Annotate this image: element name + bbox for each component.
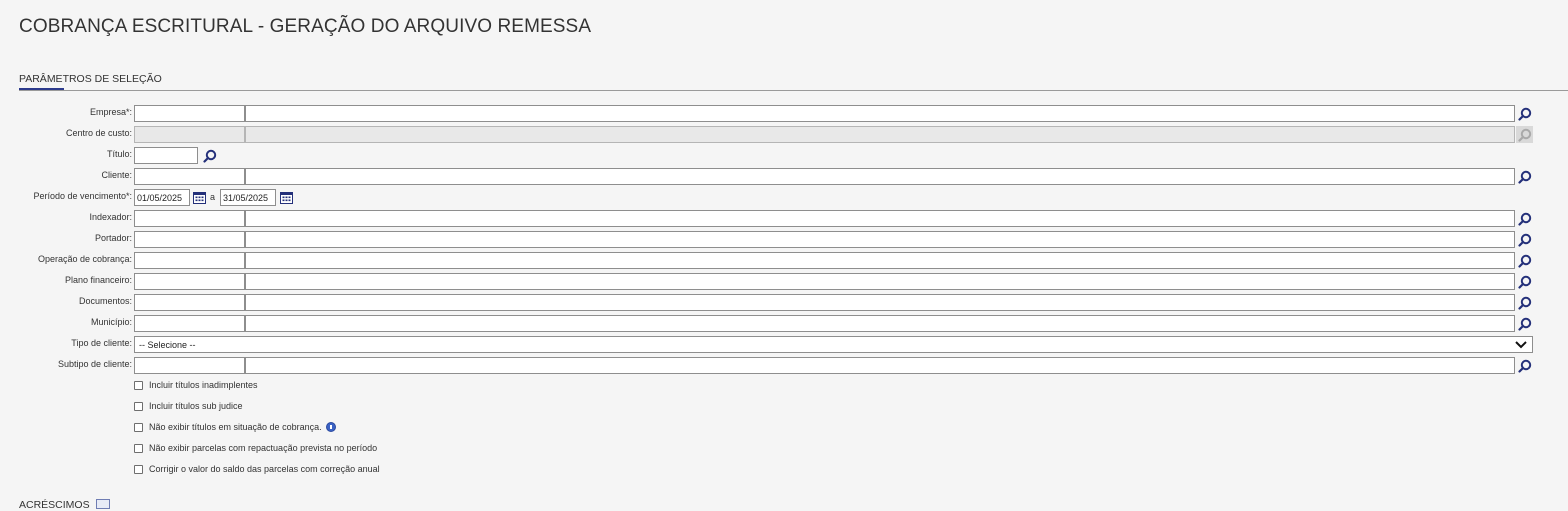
centro-custo-row: Centro de custo: (0, 126, 1568, 143)
checkbox-label: Incluir títulos inadimplentes (149, 380, 258, 390)
subtipo-label: Subtipo de cliente: (57, 359, 132, 369)
indexador-label: Indexador: (89, 212, 132, 222)
operacao-description-input[interactable] (245, 252, 1515, 269)
subtipo-description-input[interactable] (245, 357, 1515, 374)
municipio-code-input[interactable] (134, 315, 245, 332)
municipio-search-icon[interactable] (1516, 315, 1533, 332)
portador-description-input[interactable] (245, 231, 1515, 248)
empresa-label: Empresa*: (89, 107, 132, 117)
plano-code-input[interactable] (134, 273, 245, 290)
tipo-cliente-selected-value: -- Selecione -- (139, 340, 196, 350)
periodo-start-input[interactable]: 01/05/2025 (134, 189, 190, 206)
tipo-cliente-row: Tipo de cliente: -- Selecione -- (0, 336, 1568, 353)
indexador-row: Indexador: (0, 210, 1568, 227)
portador-code-input[interactable] (134, 231, 245, 248)
tipo-cliente-label: Tipo de cliente: (71, 338, 132, 348)
titulo-label: Título: (106, 149, 132, 159)
centro-custo-code-input (134, 126, 245, 143)
checkbox-incluir-sub-judice[interactable]: Incluir títulos sub judice (134, 400, 734, 414)
checkbox[interactable] (134, 381, 143, 390)
operacao-search-icon[interactable] (1516, 252, 1533, 269)
cliente-label: Cliente: (101, 170, 132, 180)
documentos-row: Documentos: (0, 294, 1568, 311)
subtipo-row: Subtipo de cliente: (0, 357, 1568, 374)
cliente-code-input[interactable] (134, 168, 245, 185)
empresa-row: Empresa*: (0, 105, 1568, 122)
checkbox[interactable] (134, 423, 143, 432)
checkbox[interactable] (134, 465, 143, 474)
subtipo-code-input[interactable] (134, 357, 245, 374)
cliente-description-input[interactable] (245, 168, 1515, 185)
indexador-description-input[interactable] (245, 210, 1515, 227)
tipo-cliente-select[interactable]: -- Selecione -- (134, 336, 1533, 353)
checkbox-incluir-inadimplentes[interactable]: Incluir títulos inadimplentes (134, 379, 734, 393)
empresa-description-input[interactable] (245, 105, 1515, 122)
indexador-search-icon[interactable] (1516, 210, 1533, 227)
periodo-row: Período de vencimento*: 01/05/2025 a 31/… (0, 189, 1568, 206)
periodo-label: Período de vencimento*: (33, 191, 132, 201)
section-divider (19, 90, 1568, 91)
operacao-label: Operação de cobrança: (37, 254, 132, 264)
chevron-down-icon (1515, 341, 1527, 349)
documentos-search-icon[interactable] (1516, 294, 1533, 311)
municipio-row: Município: (0, 315, 1568, 332)
checkbox-label: Corrigir o valor do saldo das parcelas c… (149, 464, 380, 474)
checkbox-nao-exibir-repactuacao[interactable]: Não exibir parcelas com repactuação prev… (134, 442, 734, 456)
portador-search-icon[interactable] (1516, 231, 1533, 248)
municipio-label: Município: (90, 317, 132, 327)
documentos-code-input[interactable] (134, 294, 245, 311)
operacao-row: Operação de cobrança: (0, 252, 1568, 269)
info-icon[interactable] (325, 421, 336, 432)
calendar-icon[interactable] (193, 191, 206, 204)
indexador-code-input[interactable] (134, 210, 245, 227)
plano-search-icon[interactable] (1516, 273, 1533, 290)
periodo-separator: a (210, 192, 216, 202)
titulo-search-icon[interactable] (201, 147, 218, 164)
empresa-code-input[interactable] (134, 105, 245, 122)
plano-label: Plano financeiro: (64, 275, 132, 285)
portador-row: Portador: (0, 231, 1568, 248)
section-acrescimos-title: ACRÉSCIMOS (19, 499, 90, 511)
checkbox-label: Não exibir títulos em situação de cobran… (149, 422, 322, 432)
centro-custo-description-input (245, 126, 1515, 143)
centro-custo-label: Centro de custo: (65, 128, 132, 138)
titulo-input[interactable] (134, 147, 198, 164)
calendar-icon[interactable] (280, 191, 293, 204)
subtipo-search-icon[interactable] (1516, 357, 1533, 374)
collapse-icon[interactable] (96, 499, 110, 509)
centro-custo-search-icon (1516, 126, 1533, 143)
documentos-label: Documentos: (78, 296, 132, 306)
empresa-search-icon[interactable] (1516, 105, 1533, 122)
checkbox[interactable] (134, 444, 143, 453)
municipio-description-input[interactable] (245, 315, 1515, 332)
operacao-code-input[interactable] (134, 252, 245, 269)
cliente-search-icon[interactable] (1516, 168, 1533, 185)
plano-description-input[interactable] (245, 273, 1515, 290)
checkbox-label: Não exibir parcelas com repactuação prev… (149, 443, 378, 453)
checkbox-nao-exibir-cobranca[interactable]: Não exibir títulos em situação de cobran… (134, 421, 734, 435)
cliente-row: Cliente: (0, 168, 1568, 185)
periodo-end-input[interactable]: 31/05/2025 (220, 189, 276, 206)
documentos-description-input[interactable] (245, 294, 1515, 311)
checkbox-label: Incluir títulos sub judice (149, 401, 243, 411)
checkbox[interactable] (134, 402, 143, 411)
tab-parametros-selecao[interactable]: PARÂMETROS DE SELEÇÃO (19, 73, 162, 85)
checkbox-corrigir-saldo[interactable]: Corrigir o valor do saldo das parcelas c… (134, 463, 734, 477)
titulo-row: Título: (0, 147, 1568, 164)
portador-label: Portador: (94, 233, 132, 243)
plano-row: Plano financeiro: (0, 273, 1568, 290)
page-title: COBRANÇA ESCRITURAL - GERAÇÃO DO ARQUIVO… (19, 16, 592, 37)
